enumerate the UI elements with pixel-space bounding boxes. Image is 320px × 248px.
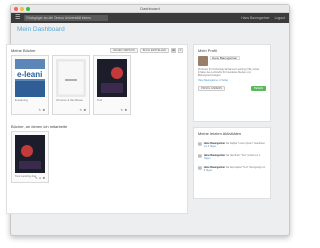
nav-search-field[interactable]: Rückgriger an die Oneus Universität inte… [24, 15, 109, 21]
list-view-icon[interactable]: ≡ [178, 47, 183, 53]
book-actions: ✎ ✖ [38, 108, 45, 112]
book-title: E-learning [15, 98, 28, 102]
book-actions: ✎ ✖ [120, 108, 127, 112]
activity-action: hat das Kapitel "Test" hinzugefügt [225, 166, 262, 169]
book-card[interactable]: Test ✎ ✖ [93, 55, 131, 115]
delete-icon[interactable]: ✖ [83, 108, 86, 112]
grid-view-icon[interactable]: ▦ [171, 47, 176, 53]
logout-link[interactable]: Logout [275, 16, 285, 20]
book-cover-dark[interactable] [97, 59, 127, 97]
avatar [198, 56, 208, 66]
edit-profile-button[interactable]: PROFIL ÄNDERN [198, 86, 225, 91]
activity-item: ▤ Hans Baumgartner hat das Buch "Test" e… [194, 151, 270, 163]
edit-icon[interactable]: ✎ [35, 176, 38, 180]
activity-item: ▤ Hans Baumgartner hat Kapitel "Lorem Ip… [194, 139, 270, 151]
close-window-button[interactable] [14, 7, 18, 11]
window-controls [14, 7, 30, 11]
delete-icon[interactable]: ✖ [42, 108, 45, 112]
document-icon: ▤ [198, 141, 202, 146]
profile-description: Professor für Technology Enhanced Learni… [198, 68, 260, 77]
edit-icon[interactable]: ✎ [38, 108, 41, 112]
maximize-window-button[interactable] [26, 7, 30, 11]
profile-header: Hans Baumgartner [194, 56, 270, 66]
participation-list: Test Landing das ✎ ● ✖ [7, 131, 187, 183]
books-title: Meine Bücher [11, 47, 36, 53]
participation-title: Bücher, an denen ich mitarbeite [11, 123, 68, 129]
book-card[interactable]: e-leani E-learning ✎ ✖ [11, 55, 49, 115]
profile-name: Hans Baumgartner [210, 56, 240, 60]
top-navbar: ☰ Rückgriger an die Oneus Universität in… [11, 13, 289, 23]
book-cover-elearning[interactable]: e-leani [15, 59, 45, 97]
book-title: Ich lerne & die Messe [56, 98, 83, 102]
user-menu[interactable]: Hans Baumgartner [241, 16, 269, 20]
window-title: Dashboard [140, 6, 160, 11]
nav-user-area: Hans Baumgartner Logout [241, 16, 285, 20]
books-actions: NEUEN VERSION BUCH ERSTELLEN ▦ ≡ [110, 47, 183, 53]
book-actions: ✎ ✖ [79, 108, 86, 112]
edit-icon[interactable]: ✎ [120, 108, 123, 112]
new-book-button[interactable]: BUCH ERSTELLEN [139, 47, 169, 53]
activity-item: ▤ Hans Baumgartner hat das Kapitel "Test… [194, 163, 270, 175]
activity-action: hat Kapitel "Lorem Ipsum" bearbeitet [225, 142, 265, 145]
hamburger-icon[interactable]: ☰ [15, 15, 20, 21]
activities-panel: Meine letzten Aktivitäten ▤ Hans Baumgar… [193, 127, 271, 199]
book-actions: ✎ ● ✖ [35, 176, 45, 180]
books-header: Meine Bücher NEUEN VERSION BUCH ERSTELLE… [7, 45, 187, 55]
book-title: Test [97, 98, 103, 102]
delete-icon[interactable]: ✖ [124, 108, 127, 112]
participation-header: Bücher, an denen ich mitarbeite [7, 121, 187, 131]
new-version-button[interactable]: NEUEN VERSION [110, 47, 138, 53]
share-button[interactable]: TEILEN [250, 86, 266, 91]
document-icon: ▤ [198, 153, 202, 158]
activity-time: vor 3 Tagen [203, 145, 217, 148]
edit-icon[interactable]: ✎ [79, 108, 82, 112]
profile-actions: PROFIL ÄNDERN TEILEN [194, 82, 270, 95]
page-title: Mein Dashboard [17, 26, 65, 33]
document-icon: ▤ [198, 165, 202, 170]
book-card[interactable]: Test Landing das ✎ ● ✖ [11, 131, 49, 183]
svg-text:e-leani: e-leani [17, 70, 42, 79]
profile-title: Mein Profil [198, 48, 217, 53]
delete-icon[interactable]: ✖ [42, 176, 45, 180]
view-icon[interactable]: ● [39, 176, 41, 180]
book-card[interactable]: Ich lerne & die Messe ✎ ✖ [52, 55, 90, 115]
profile-panel: Mein Profil Hans Baumgartner Professor f… [193, 44, 271, 122]
activity-action: hat das Buch "Test" erstellt [225, 154, 255, 157]
book-cover-gray[interactable] [56, 59, 86, 97]
activities-title: Meine letzten Aktivitäten [198, 131, 242, 136]
minimize-window-button[interactable] [20, 7, 24, 11]
book-cover-dark[interactable] [15, 135, 45, 173]
books-panel: Meine Bücher NEUEN VERSION BUCH ERSTELLE… [6, 44, 188, 214]
books-list: e-leani E-learning ✎ ✖ Ich lerne & die M… [7, 55, 187, 115]
window-titlebar: Dashboard [11, 5, 289, 13]
